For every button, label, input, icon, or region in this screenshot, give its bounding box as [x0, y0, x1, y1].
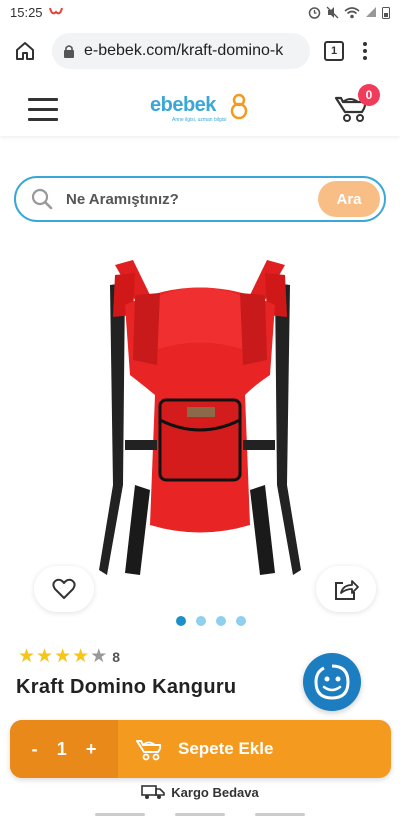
home-button[interactable]: [10, 36, 40, 66]
quantity-stepper: - 1 +: [10, 720, 118, 778]
heart-icon: [52, 578, 76, 599]
share-icon: [335, 580, 359, 600]
status-bar: 15:25: [0, 0, 400, 24]
share-button[interactable]: [316, 566, 376, 612]
mute-icon: [326, 6, 339, 18]
stroller-cart-icon: [136, 740, 162, 761]
menu-dot: [363, 49, 367, 53]
battery-icon: [382, 6, 390, 19]
nav-pill: [255, 812, 305, 816]
cart-count-badge: 0: [358, 84, 380, 106]
notification-icon: [48, 7, 63, 15]
home-icon: [16, 42, 34, 60]
carousel-dot[interactable]: [176, 616, 186, 626]
truck-icon: [141, 785, 166, 799]
nav-pill: [175, 812, 225, 816]
search-icon: [31, 188, 53, 210]
browser-toolbar: e-bebek.com/kraft-domino-k 1: [0, 24, 400, 78]
search-input[interactable]: [66, 190, 306, 208]
hamburger-line: [28, 117, 58, 121]
tab-switcher-button[interactable]: 1: [324, 41, 344, 61]
alarm-icon: [308, 6, 321, 19]
product-image[interactable]: [95, 255, 305, 585]
carousel-dot[interactable]: [196, 616, 206, 626]
review-count: 8: [112, 648, 121, 665]
shipping-label: Kargo Bedava: [171, 784, 259, 800]
star-icon: ★: [54, 646, 72, 667]
free-shipping-info: Kargo Bedava: [0, 784, 400, 800]
site-header: ebebek Anne ilgisi, uzman bilgisi 0: [0, 82, 400, 136]
status-icons: [308, 6, 390, 19]
lock-icon: [64, 45, 74, 58]
add-to-cart-button[interactable]: Sepete Ekle: [118, 720, 391, 778]
browser-menu-button[interactable]: [362, 42, 368, 60]
star-empty-icon: ★: [90, 646, 108, 667]
carousel-dot[interactable]: [216, 616, 226, 626]
hamburger-line: [28, 107, 58, 111]
signal-icon: [366, 7, 376, 17]
hamburger-line: [28, 97, 58, 101]
quantity-increase-button[interactable]: +: [86, 739, 97, 760]
url-bar[interactable]: e-bebek.com/kraft-domino-k: [52, 33, 310, 69]
star-icon: ★: [72, 646, 90, 667]
quantity-decrease-button[interactable]: -: [32, 739, 38, 760]
carousel-dot[interactable]: [236, 616, 246, 626]
wifi-icon: [344, 6, 360, 18]
status-time: 15:25: [10, 4, 43, 20]
search-button[interactable]: Ara: [318, 181, 380, 217]
star-icon: ★: [18, 646, 36, 667]
logo-text: ebebek: [150, 94, 216, 116]
live-chat-button[interactable]: [303, 653, 361, 711]
url-text: e-bebek.com/kraft-domino-k: [84, 42, 284, 59]
add-to-cart-bar: - 1 + Sepete Ekle: [10, 720, 391, 778]
hamburger-menu-icon[interactable]: [28, 97, 58, 121]
system-nav-bar: [0, 806, 400, 822]
favorite-button[interactable]: [34, 566, 94, 612]
menu-dot: [363, 42, 367, 46]
chat-face-icon: [314, 664, 350, 700]
quantity-value: 1: [56, 738, 67, 759]
star-icon: ★: [36, 646, 54, 667]
add-to-cart-label: Sepete Ekle: [178, 739, 274, 758]
product-title: Kraft Domino Kanguru: [16, 676, 237, 698]
menu-dot: [363, 56, 367, 60]
product-rating[interactable]: ★ ★ ★ ★ ★ 8: [18, 647, 120, 666]
search-bar: Ara: [14, 176, 386, 222]
logo-tagline: Anne ilgisi, uzman bilgisi: [172, 117, 227, 123]
image-carousel-dots: [176, 616, 246, 626]
nav-pill: [95, 812, 145, 816]
logo-mark-icon: [230, 93, 248, 120]
site-logo[interactable]: ebebek Anne ilgisi, uzman bilgisi: [150, 90, 250, 126]
